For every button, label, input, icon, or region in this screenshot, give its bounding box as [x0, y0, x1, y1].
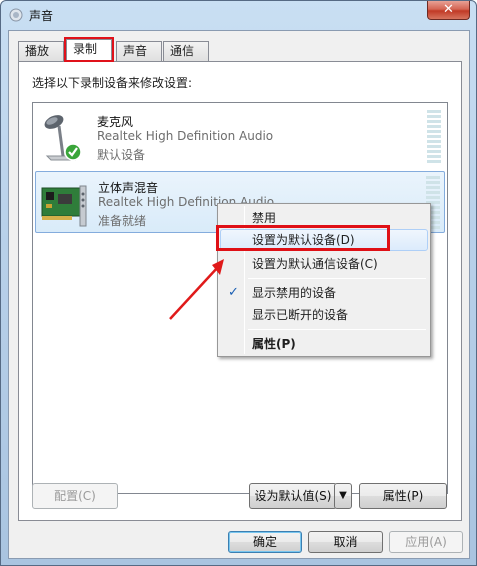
close-icon: ✕: [443, 2, 454, 17]
instruction-label: 选择以下录制设备来修改设置:: [32, 76, 193, 90]
menu-item-show-disconnected[interactable]: 显示已断开的设备: [220, 304, 428, 326]
device-name: 麦克风: [97, 115, 134, 129]
properties-button[interactable]: 属性(P): [359, 483, 447, 509]
red-arrow-annotation: [169, 259, 224, 320]
menu-item-set-default-communication[interactable]: 设置为默认通信设备(C): [220, 253, 428, 275]
menu-separator: [248, 278, 426, 279]
chevron-down-icon: ▼: [339, 490, 347, 501]
sound-card-icon: [41, 185, 87, 227]
tab-highlight-box: [64, 37, 114, 62]
menu-item-label: 显示禁用的设备: [252, 286, 337, 300]
menu-highlight-box: [216, 225, 390, 251]
menu-item-show-disabled[interactable]: ✓ 显示禁用的设备: [220, 282, 428, 304]
device-status: 准备就绪: [98, 214, 147, 228]
configure-button[interactable]: 配置(C): [32, 483, 118, 509]
microphone-icon: [44, 115, 82, 161]
speaker-app-icon: [9, 8, 23, 22]
tab-sounds[interactable]: 声音: [116, 41, 162, 61]
device-name: 立体声混音: [98, 181, 159, 195]
title-bar[interactable]: 声音 ✕: [1, 1, 476, 29]
device-description: Realtek High Definition Audio: [97, 129, 274, 143]
tab-communications[interactable]: 通信: [163, 41, 209, 61]
device-item-microphone[interactable]: 麦克风 Realtek High Definition Audio 默认设备: [35, 106, 445, 168]
window-title: 声音: [29, 9, 54, 23]
set-default-dropdown-button[interactable]: ▼: [334, 483, 352, 509]
device-status: 默认设备: [97, 148, 146, 162]
close-button[interactable]: ✕: [427, 1, 470, 20]
menu-separator: [248, 329, 426, 330]
set-default-button[interactable]: 设为默认值(S): [249, 483, 337, 509]
menu-item-properties[interactable]: 属性(P): [220, 333, 428, 355]
ok-button[interactable]: 确定: [228, 531, 302, 553]
cancel-button[interactable]: 取消: [308, 531, 383, 553]
tab-playback[interactable]: 播放: [18, 41, 64, 61]
apply-button[interactable]: 应用(A): [389, 531, 463, 553]
level-meter: [427, 110, 441, 164]
